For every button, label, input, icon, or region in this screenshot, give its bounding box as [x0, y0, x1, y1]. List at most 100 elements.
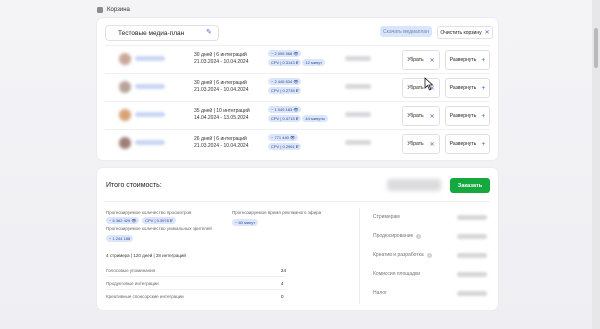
divider — [106, 289, 286, 290]
row-duration: 26 дней | 6 интеграций — [194, 136, 247, 142]
help-icon[interactable]: ? — [416, 233, 422, 239]
row-metrics: ~ 771 440 👁 CPV | 0.2961 ₽ — [268, 133, 348, 151]
cost-value-blurred — [457, 215, 487, 220]
views-metrics: ~ 6 362 429 👁 CPV | 0.3978 ₽ — [106, 216, 177, 225]
row-cost-blurred — [345, 56, 371, 61]
cart-card: Тестовые медиа-план ✎ Скачать медиаплан … — [97, 18, 498, 160]
stat-label: Продуктовые интеграции — [106, 281, 159, 286]
clear-cart-label: Очистить корзину — [440, 29, 482, 36]
cart-row: 35 дней | 10 интеграций 14.04.2024 - 13.0… — [105, 101, 490, 129]
clear-cart-button[interactable]: Очистить корзину ✕ — [437, 26, 493, 39]
remove-label: Убрать — [407, 57, 424, 63]
cpv-pill: CPV | 0.4715 ₽ — [268, 115, 302, 122]
views-pill: ~ 2 095 568 👁 — [268, 50, 302, 57]
cost-value-blurred — [457, 253, 487, 258]
cost-value-blurred — [457, 234, 487, 239]
time-pill: 12 минут — [302, 59, 325, 66]
cart-icon — [97, 7, 103, 13]
scrollbar-thumb[interactable] — [594, 28, 598, 68]
row-dates: 14.04.2024 - 13.05.2024 — [194, 115, 249, 121]
stat-row: Креативные спонсорские интеграции 0 — [106, 294, 286, 302]
order-button[interactable]: Заказать — [450, 178, 490, 193]
time-metrics: ~ 60 минут — [232, 218, 259, 227]
cpv-pill: CPV | 0.2735 ₽ — [268, 87, 302, 94]
cost-value-blurred — [457, 272, 487, 277]
total-card: Итого стоимость: Заказать Прогнозируемое… — [97, 168, 498, 310]
expand-label: Развернуть — [449, 85, 477, 91]
row-metrics: ~ 2 445 634 👁 CPV | 0.2735 ₽ — [268, 77, 348, 95]
breadcrumb: Корзина — [97, 5, 130, 15]
remove-button[interactable]: Убрать ✕ — [402, 106, 440, 126]
forecast-time-label: Прогнозируемое время рекламного эфира — [232, 210, 322, 215]
unique-metrics: ~ 1 244 188 — [106, 234, 134, 243]
remove-label: Убрать — [407, 113, 424, 119]
plus-icon: + — [481, 56, 486, 64]
unique-pill: ~ 1 244 188 — [106, 235, 134, 242]
row-info: 26 дней | 6 интеграций 21.03.2024 - 10.04… — [194, 136, 249, 150]
time-pill: 44 минуты — [302, 115, 328, 122]
time-pill: ~ 60 минут — [232, 219, 259, 226]
remove-button[interactable]: Убрать ✕ — [402, 134, 440, 154]
expand-button[interactable]: Развернуть + — [445, 78, 490, 98]
row-duration: 35 дней | 10 интеграций — [194, 108, 250, 114]
expand-button[interactable]: Развернуть + — [445, 50, 490, 70]
row-duration: 30 дней | 6 интеграций — [194, 52, 247, 58]
streamer-avatar — [119, 137, 131, 149]
streamer-name-blurred — [135, 56, 165, 61]
expand-label: Развернуть — [449, 113, 477, 119]
help-icon[interactable]: ? — [426, 252, 432, 258]
row-dates: 21.03.2024 - 10.04.2024 — [194, 143, 249, 149]
cart-row: 30 дней | 6 интеграций 21.03.2024 - 10.04… — [105, 45, 490, 73]
row-info: 30 дней | 6 интеграций 21.03.2024 - 10.04… — [194, 52, 249, 66]
expand-button[interactable]: Развернуть + — [445, 106, 490, 126]
close-icon: ✕ — [484, 30, 490, 36]
streamer-avatar — [119, 53, 131, 65]
media-plan-name-field[interactable]: Тестовые медиа-план ✎ — [105, 25, 219, 41]
cost-label: Стримерам — [373, 214, 400, 220]
remove-button[interactable]: Убрать ✕ — [402, 50, 440, 70]
close-icon: ✕ — [429, 113, 435, 120]
cpv-pill: CPV | 0.3978 ₽ — [142, 217, 176, 224]
stat-value: 4 — [281, 281, 284, 286]
mouse-cursor-icon — [424, 77, 434, 91]
cpv-pill: CPV | 0.2961 ₽ — [268, 143, 302, 150]
cost-label: Комиссия площадки — [373, 271, 421, 277]
unique-viewers-label: Прогнозируемое количество уникальных зри… — [106, 226, 212, 231]
total-title: Итого стоимость: — [106, 182, 162, 189]
plus-icon: + — [481, 112, 486, 120]
close-icon: ✕ — [429, 141, 435, 148]
plus-icon: + — [481, 84, 486, 92]
remove-button[interactable]: Убрать ✕ — [402, 78, 440, 98]
summary-text: 4 стримера | 120 дней | 28 интеграций — [106, 253, 186, 258]
views-pill: ~ 2 445 634 👁 — [268, 78, 302, 85]
stat-label: Голосовые упоминания — [106, 268, 156, 273]
cart-row: 26 дней | 6 интеграций 21.03.2024 - 10.04… — [105, 129, 490, 157]
streamer-avatar — [119, 81, 131, 93]
row-cost-blurred — [345, 84, 371, 89]
media-plan-name: Тестовые медиа-план — [118, 29, 185, 37]
cost-label: Налог — [373, 290, 387, 296]
divider — [106, 276, 286, 277]
streamer-avatar — [119, 109, 131, 121]
forecast-views-label: Прогнозируемое количество просмотров — [106, 210, 192, 215]
page-scrollbar[interactable] — [592, 0, 600, 329]
stat-value: 0 — [281, 294, 284, 299]
expand-button[interactable]: Развернуть + — [445, 134, 490, 154]
download-mediaplan-button[interactable]: Скачать медиаплан — [380, 26, 432, 37]
cost-label: Продюсирование — [373, 233, 414, 239]
row-metrics: ~ 1 049 183 👁 CPV | 0.4715 ₽44 минуты — [268, 105, 348, 123]
row-dates: 21.03.2024 - 10.04.2024 — [194, 59, 249, 65]
stat-row: Продуктовые интеграции 4 — [106, 281, 286, 289]
streamer-name-blurred — [135, 140, 165, 145]
cost-label: Креатив и разработка — [373, 252, 424, 258]
row-metrics: ~ 2 095 568 👁 CPV | 0.3143 ₽12 минут — [268, 49, 348, 67]
remove-label: Убрать — [407, 85, 424, 91]
plus-icon: + — [481, 140, 486, 148]
row-info: 35 дней | 10 интеграций 14.04.2024 - 13.0… — [194, 108, 250, 122]
row-dates: 21.03.2024 - 10.04.2024 — [194, 87, 249, 93]
cost-tax-label: Налог — [373, 290, 387, 296]
row-info: 30 дней | 6 интеграций 21.03.2024 - 10.04… — [194, 80, 249, 94]
pencil-icon[interactable]: ✎ — [206, 29, 214, 37]
stat-row: Голосовые упоминания 24 — [106, 268, 286, 276]
views-pill: ~ 771 440 👁 — [268, 134, 299, 141]
